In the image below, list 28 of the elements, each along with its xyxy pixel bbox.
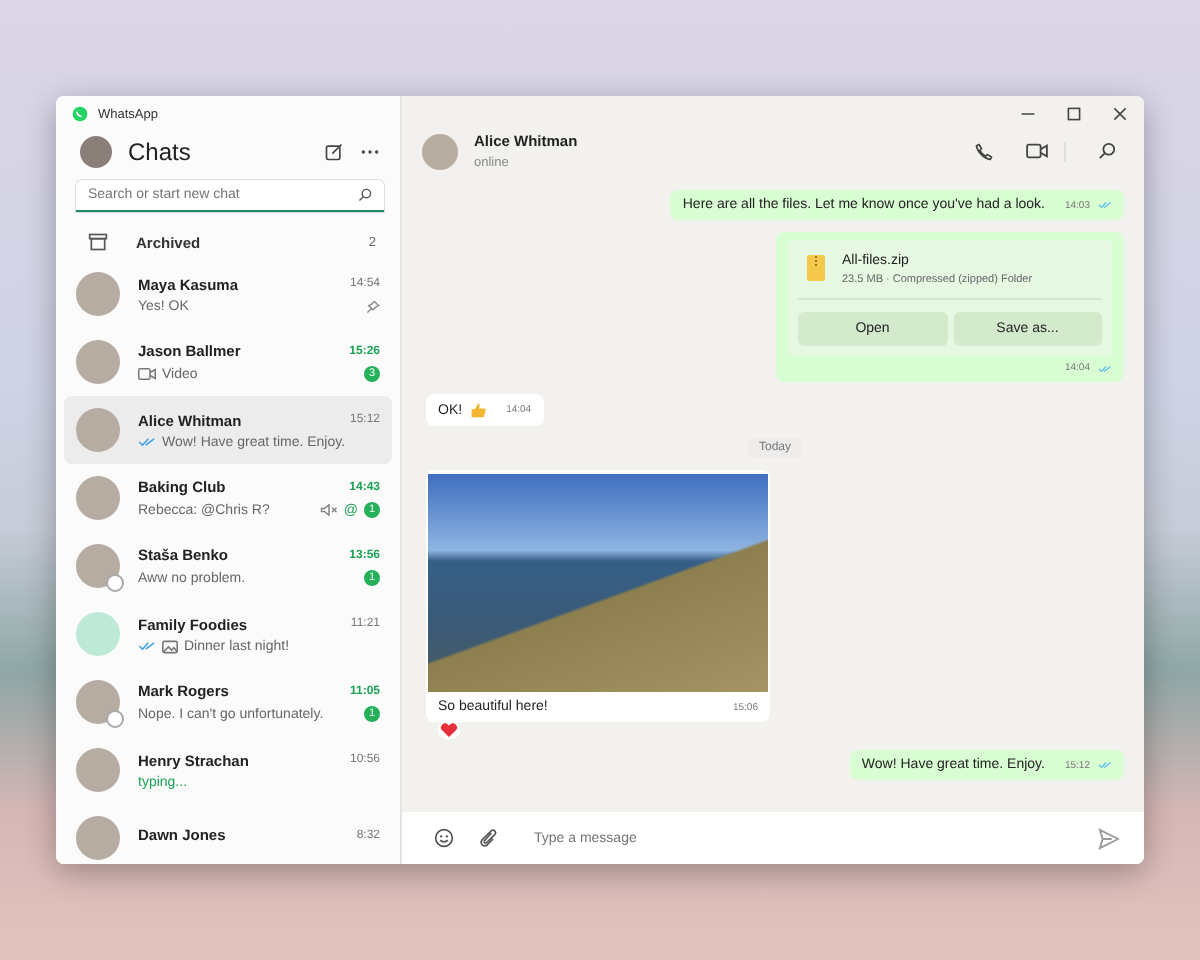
contact-avatar <box>76 544 120 588</box>
contact-avatar <box>76 340 120 384</box>
video-camera-icon[interactable] <box>1026 142 1048 160</box>
phone-icon[interactable] <box>974 141 994 161</box>
heart-reaction-icon[interactable] <box>438 720 460 740</box>
new-chat-icon[interactable] <box>324 142 344 162</box>
chat-bubble-logo-icon <box>72 106 88 122</box>
contact-avatar <box>76 680 120 724</box>
zip-folder-icon <box>806 254 826 282</box>
double-check-icon <box>1098 760 1112 770</box>
profile-avatar[interactable] <box>80 136 112 168</box>
contact-avatar <box>76 272 120 316</box>
close-icon[interactable] <box>1112 106 1128 122</box>
send-icon[interactable] <box>1098 827 1120 849</box>
search-icon[interactable] <box>1098 142 1116 160</box>
double-check-icon <box>1098 200 1112 210</box>
archive-box-icon <box>88 232 108 252</box>
chats-heading: Chats <box>128 138 193 166</box>
emoji-icon[interactable] <box>434 828 454 848</box>
search-icon <box>358 188 372 202</box>
more-options-icon[interactable] <box>360 148 380 156</box>
double-check-icon <box>1098 363 1112 373</box>
paperclip-icon[interactable] <box>478 828 498 848</box>
contact-avatar <box>76 816 120 860</box>
contact-avatar <box>76 408 120 452</box>
contact-avatar <box>76 476 120 520</box>
contact-avatar <box>76 748 120 792</box>
maximize-icon[interactable] <box>1066 106 1082 122</box>
